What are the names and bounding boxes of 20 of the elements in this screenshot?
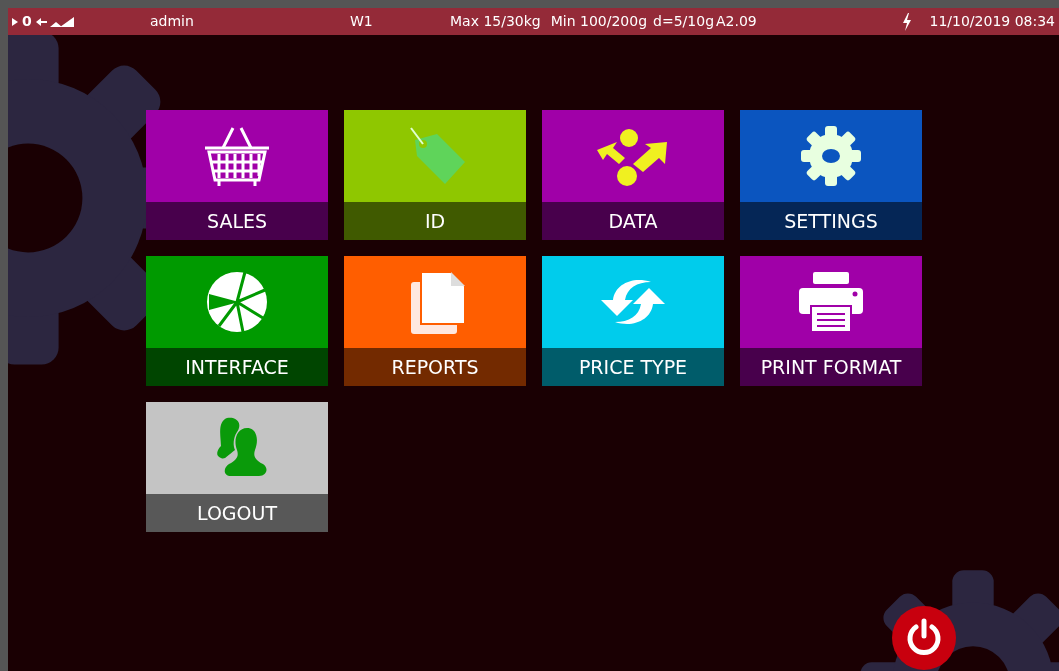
menu-tile[interactable]: SETTINGS [740, 110, 922, 240]
division: d=5/10g [653, 12, 715, 31]
zero-arrow-icon [12, 17, 18, 26]
menu-tile[interactable]: REPORTS [344, 256, 526, 386]
zero-indicator: 0 [22, 12, 32, 31]
menu-tile[interactable]: SALES [146, 110, 328, 240]
platform-label: W1 [350, 12, 374, 31]
user-name: admin [150, 12, 195, 31]
menu-tile[interactable]: DATA [542, 110, 724, 240]
menu-tile[interactable]: PRICE TYPE [542, 256, 724, 386]
lightning-icon [901, 12, 912, 31]
menu-tile[interactable]: ID [344, 110, 526, 240]
version: A2.09 [716, 12, 757, 31]
min-capacity: Min 100/200g [550, 12, 648, 31]
menu-tile[interactable]: LOGOUT [146, 402, 328, 532]
max-capacity: Max 15/30kg [450, 12, 541, 31]
date-time: 11/10/2019 08:34 [929, 12, 1056, 31]
menu-tile[interactable]: INTERFACE [146, 256, 328, 386]
arrows-weight-icon [35, 16, 76, 27]
menu-tile[interactable]: PRINT FORMAT [740, 256, 922, 386]
